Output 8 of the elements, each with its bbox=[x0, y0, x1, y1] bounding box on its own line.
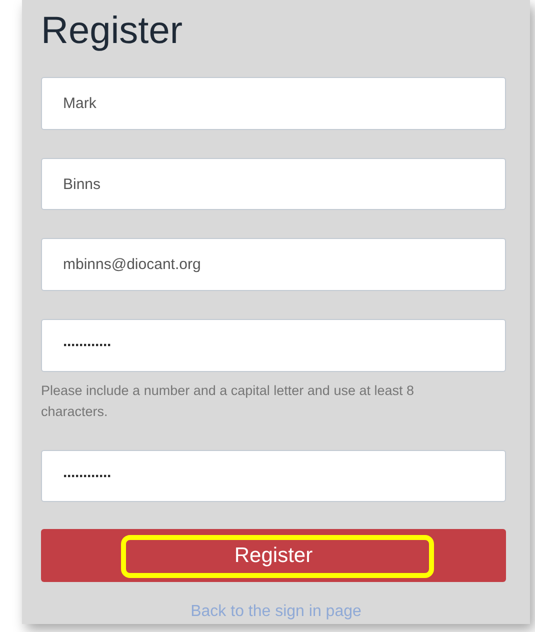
password-hint: Please include a number and a capital letter and use at least 8 characters. bbox=[41, 382, 415, 421]
page-title: Register bbox=[41, 9, 182, 54]
input-field[interactable]: mbinns@diocant.org bbox=[41, 238, 506, 292]
password-field[interactable]: ············ bbox=[41, 450, 506, 502]
input-field[interactable]: Mark bbox=[41, 77, 506, 130]
input-field[interactable]: Binns bbox=[41, 158, 506, 210]
register-button[interactable]: Register bbox=[41, 529, 506, 582]
password-field[interactable]: ············ bbox=[41, 319, 506, 372]
